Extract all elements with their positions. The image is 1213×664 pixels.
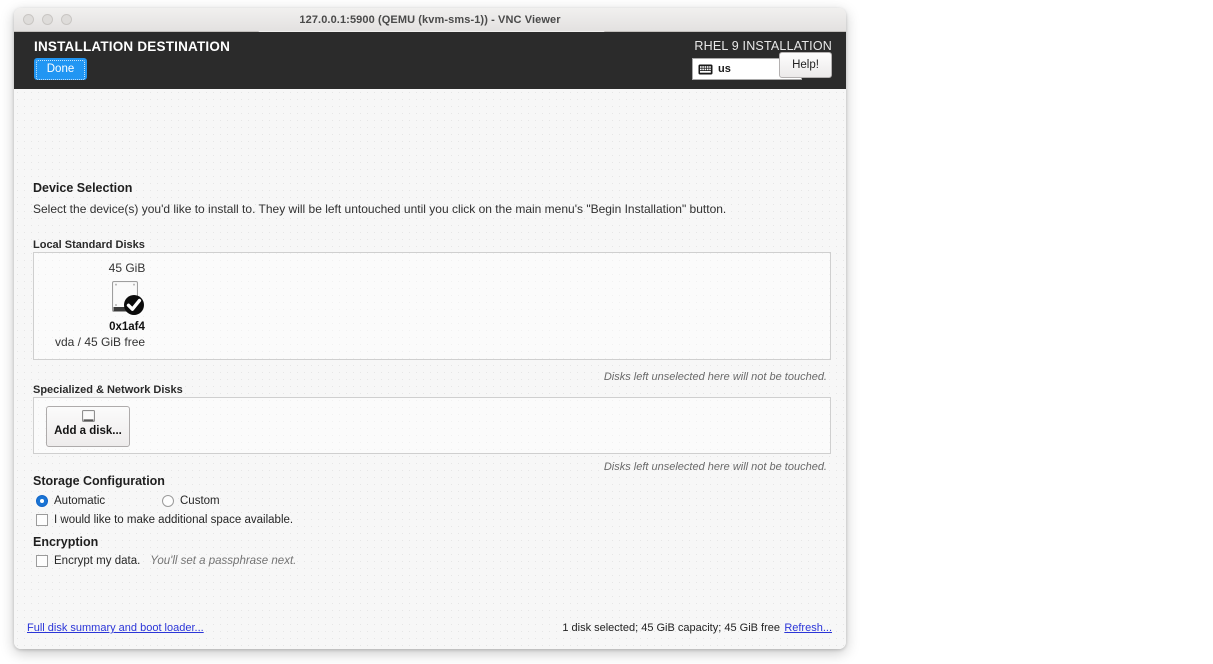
footer-bar: Full disk summary and boot loader... 1 d… [14, 612, 846, 649]
checkbox-encrypt-data-indicator[interactable] [36, 555, 48, 567]
disk-name: 0x1af4 [109, 321, 145, 333]
specialized-network-disks-label: Specialized & Network Disks [33, 384, 183, 396]
checkbox-additional-space-label: I would like to make additional space av… [54, 514, 294, 526]
add-a-disk-label: Add a disk... [54, 425, 122, 437]
encryption-hint: You'll set a passphrase next. [150, 555, 297, 567]
installation-destination-body: Device Selection Select the device(s) yo… [14, 89, 846, 649]
checkbox-encrypt-data[interactable]: Encrypt my data. You'll set a passphrase… [36, 555, 296, 567]
page-title: INSTALLATION DESTINATION [34, 39, 231, 54]
device-selection-description: Select the device(s) you'd like to insta… [33, 202, 727, 216]
radio-automatic[interactable]: Automatic [36, 495, 105, 507]
disk-capacity: 45 GiB [108, 261, 146, 275]
keyboard-layout-label: us [718, 63, 731, 75]
window-title: 127.0.0.1:5900 (QEMU (kvm-sms-1)) - VNC … [299, 13, 561, 26]
checkbox-additional-space[interactable]: I would like to make additional space av… [36, 514, 293, 526]
checkbox-encrypt-data-label: Encrypt my data. [54, 555, 141, 567]
help-button[interactable]: Help! [779, 52, 832, 78]
keyboard-icon [698, 64, 713, 74]
window-controls [23, 14, 72, 25]
specialized-disks-container: Add a disk... [33, 397, 831, 454]
radio-custom[interactable]: Custom [162, 495, 220, 507]
installer-header: INSTALLATION DESTINATION Done RHEL 9 INS… [14, 32, 846, 89]
device-selection-title: Device Selection [33, 181, 133, 195]
disk-tile-vda[interactable]: 45 GiB 0x1af4 [71, 261, 183, 333]
encryption-title: Encryption [33, 535, 99, 549]
maximize-window-button[interactable] [61, 14, 72, 25]
radio-automatic-label: Automatic [54, 495, 106, 507]
radio-automatic-indicator[interactable] [36, 495, 48, 507]
local-untouched-note: Disks left unselected here will not be t… [603, 371, 827, 383]
local-standard-disks-label: Local Standard Disks [33, 239, 145, 251]
disk-add-icon [81, 410, 95, 422]
minimize-window-button[interactable] [42, 14, 53, 25]
radio-custom-indicator[interactable] [162, 495, 174, 507]
radio-custom-label: Custom [180, 495, 220, 507]
disk-detail: vda / 45 GiB free [55, 335, 146, 349]
installation-label: RHEL 9 INSTALLATION [694, 39, 832, 53]
full-disk-summary-link[interactable]: Full disk summary and boot loader... [27, 622, 204, 634]
close-window-button[interactable] [23, 14, 34, 25]
done-button[interactable]: Done [34, 58, 87, 80]
done-button-label: Done [36, 60, 85, 80]
checkbox-additional-space-indicator[interactable] [36, 514, 48, 526]
hard-drive-icon [108, 279, 146, 319]
storage-configuration-title: Storage Configuration [33, 474, 165, 488]
add-a-disk-button[interactable]: Add a disk... [46, 406, 130, 447]
specialized-untouched-note: Disks left unselected here will not be t… [603, 461, 827, 473]
local-disks-container: 45 GiB 0x1af4 vda / 45 GiB free [33, 252, 831, 360]
window-titlebar[interactable]: 127.0.0.1:5900 (QEMU (kvm-sms-1)) - VNC … [14, 8, 846, 32]
disk-summary-status: 1 disk selected; 45 GiB capacity; 45 GiB… [562, 622, 780, 634]
refresh-link[interactable]: Refresh... [784, 622, 832, 634]
vnc-viewer-window: 127.0.0.1:5900 (QEMU (kvm-sms-1)) - VNC … [14, 8, 846, 649]
